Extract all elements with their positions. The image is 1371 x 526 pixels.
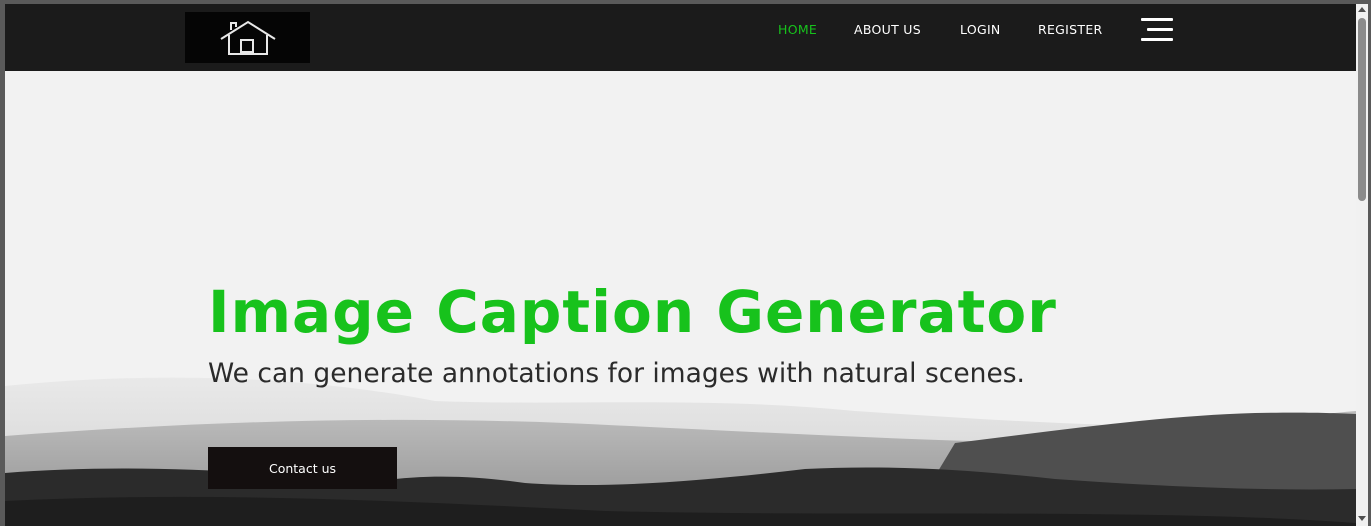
home-icon bbox=[219, 20, 276, 55]
nav-register[interactable]: REGISTER bbox=[1038, 22, 1103, 37]
scroll-down-icon[interactable] bbox=[1358, 516, 1366, 521]
site-logo[interactable] bbox=[185, 12, 310, 63]
menu-bar bbox=[1147, 28, 1173, 31]
nav-login[interactable]: LOGIN bbox=[960, 22, 1001, 37]
menu-bar bbox=[1141, 38, 1173, 41]
menu-bar bbox=[1141, 18, 1173, 21]
nav-about-us[interactable]: ABOUT US bbox=[854, 22, 921, 37]
hero-title: Image Caption Generator bbox=[208, 278, 1057, 346]
nav-home[interactable]: HOME bbox=[778, 22, 817, 37]
browser-page: HOME ABOUT US LOGIN REGISTER Image Capti… bbox=[5, 4, 1356, 526]
contact-us-button[interactable]: Contact us bbox=[208, 447, 397, 489]
hero-subtitle: We can generate annotations for images w… bbox=[208, 358, 1025, 389]
scrollbar-thumb[interactable] bbox=[1358, 18, 1366, 201]
vertical-scrollbar[interactable] bbox=[1356, 4, 1368, 526]
top-navbar: HOME ABOUT US LOGIN REGISTER bbox=[5, 4, 1356, 71]
scroll-up-icon[interactable] bbox=[1358, 7, 1366, 12]
hamburger-menu-icon[interactable] bbox=[1141, 18, 1177, 42]
